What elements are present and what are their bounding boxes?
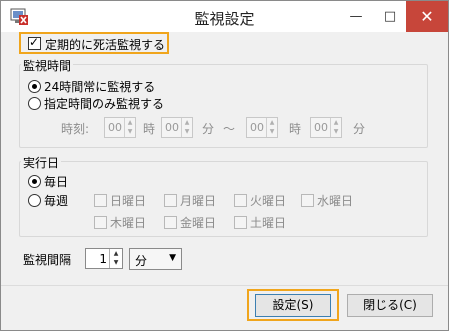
radio-24h-label: 24時間常に監視する — [44, 80, 156, 94]
periodic-check-label: 定期的に死活監視する — [45, 38, 166, 52]
weekday-checkbox-wed[interactable] — [301, 194, 314, 207]
spin-down-icon[interactable]: ▼ — [267, 127, 277, 136]
radio-weekly-label: 毎週 — [44, 194, 69, 208]
maximize-icon[interactable]: □ — [373, 1, 407, 32]
spin-up-icon[interactable]: ▲ — [182, 118, 192, 127]
time-label: 時刻: — [61, 122, 90, 136]
weekday-label-wed: 水曜日 — [317, 194, 354, 208]
range-separator: ～ — [223, 122, 236, 136]
interval-unit-select[interactable]: 分 ▼ — [129, 248, 182, 270]
close-button[interactable]: 閉じる(C) — [347, 294, 433, 317]
interval-spinner[interactable]: 1 ▲ ▼ — [85, 248, 123, 269]
spin-down-icon[interactable]: ▼ — [110, 258, 122, 267]
chevron-down-icon: ▼ — [169, 253, 176, 263]
close-icon[interactable]: ✕ — [406, 1, 448, 32]
radio-weekly[interactable] — [28, 194, 41, 207]
ok-button-highlight: 設定(S) — [247, 289, 339, 321]
start-hour-spinner[interactable]: 00 ▲ ▼ — [104, 117, 136, 138]
end-hour-spinner[interactable]: 00 ▲ ▼ — [246, 117, 278, 138]
weekday-label-fri: 金曜日 — [180, 216, 217, 230]
radio-daily-label: 毎日 — [44, 175, 69, 189]
end-hour-unit: 時 — [289, 122, 302, 136]
weekday-label-mon: 月曜日 — [180, 194, 217, 208]
start-hour-unit: 時 — [143, 122, 156, 136]
set-button[interactable]: 設定(S) — [255, 294, 331, 317]
spin-up-icon[interactable]: ▲ — [110, 249, 122, 258]
minimize-icon[interactable]: — — [339, 1, 373, 32]
spin-down-icon[interactable]: ▼ — [331, 127, 341, 136]
radio-specified-time-label: 指定時間のみ監視する — [44, 97, 165, 111]
weekday-checkbox-tue[interactable] — [234, 194, 247, 207]
weekday-label-tue: 火曜日 — [250, 194, 287, 208]
radio-daily[interactable] — [28, 175, 41, 188]
periodic-check-highlight: 定期的に死活監視する — [19, 32, 169, 54]
weekday-checkbox-sat[interactable] — [234, 216, 247, 229]
end-minute-unit: 分 — [353, 122, 366, 136]
run-days-group-label: 実行日 — [21, 154, 62, 171]
weekday-label-thu: 木曜日 — [110, 216, 147, 230]
interval-label: 監視間隔 — [23, 253, 72, 267]
spin-up-icon[interactable]: ▲ — [331, 118, 341, 127]
weekday-checkbox-fri[interactable] — [164, 216, 177, 229]
spin-up-icon[interactable]: ▲ — [125, 118, 135, 127]
weekday-checkbox-thu[interactable] — [94, 216, 107, 229]
weekday-label-sat: 土曜日 — [250, 216, 287, 230]
spin-down-icon[interactable]: ▼ — [125, 127, 135, 136]
title-bar[interactable]: 監視設定 — □ ✕ — [1, 1, 448, 32]
spin-down-icon[interactable]: ▼ — [182, 127, 192, 136]
settings-window: 監視設定 — □ ✕ 定期的に死活監視する 監視時間 24時間常に監視する 指定… — [0, 0, 449, 331]
spin-up-icon[interactable]: ▲ — [267, 118, 277, 127]
start-minute-spinner[interactable]: 00 ▲ ▼ — [161, 117, 193, 138]
weekday-checkbox-sun[interactable] — [94, 194, 107, 207]
weekday-checkbox-mon[interactable] — [164, 194, 177, 207]
periodic-check-checkbox[interactable] — [28, 35, 41, 50]
run-days-group — [19, 161, 428, 237]
watch-time-group-label: 監視時間 — [21, 57, 74, 74]
radio-specified-time[interactable] — [28, 97, 41, 110]
start-minute-unit: 分 — [202, 122, 215, 136]
weekday-label-sun: 日曜日 — [110, 194, 147, 208]
radio-24h[interactable] — [28, 80, 41, 93]
end-minute-spinner[interactable]: 00 ▲ ▼ — [310, 117, 342, 138]
